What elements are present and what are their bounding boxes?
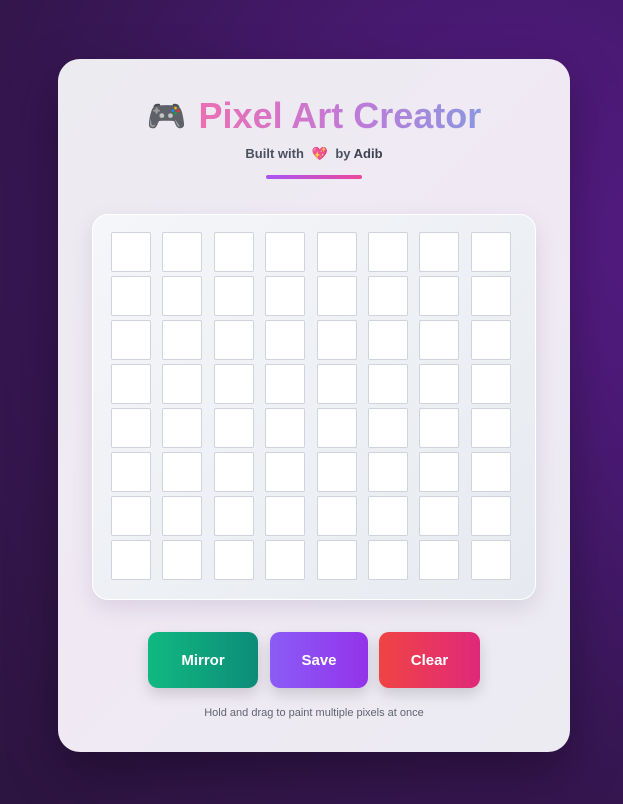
pixel-cell[interactable] xyxy=(316,232,357,272)
pixel-cell[interactable] xyxy=(162,320,203,360)
app-card: 🎮 Pixel Art Creator Built with 💖 by Adib … xyxy=(58,59,570,752)
pixel-cell[interactable] xyxy=(367,276,408,316)
pixel-cell[interactable] xyxy=(316,452,357,492)
subtitle-prefix: Built with xyxy=(245,146,304,161)
pixel-cell[interactable] xyxy=(111,496,151,536)
pixel-cell[interactable] xyxy=(419,364,460,404)
pixel-cell[interactable] xyxy=(213,496,254,536)
pixel-cell[interactable] xyxy=(162,364,203,404)
pixel-cell[interactable] xyxy=(419,232,460,272)
pixel-cell[interactable] xyxy=(111,276,151,316)
pixel-cell[interactable] xyxy=(419,496,460,536)
pixel-board xyxy=(92,214,536,600)
pixel-cell[interactable] xyxy=(367,452,408,492)
pixel-cell[interactable] xyxy=(265,364,306,404)
author-name: Adib xyxy=(353,146,383,161)
pixel-cell[interactable] xyxy=(265,276,306,316)
pixel-cell[interactable] xyxy=(470,276,511,316)
pixel-cell[interactable] xyxy=(162,232,203,272)
pixel-cell[interactable] xyxy=(162,452,203,492)
pixel-cell[interactable] xyxy=(213,452,254,492)
pixel-cell[interactable] xyxy=(316,540,357,580)
pixel-cell[interactable] xyxy=(162,276,203,316)
pixel-cell[interactable] xyxy=(111,452,151,492)
pixel-cell[interactable] xyxy=(162,540,203,580)
pixel-cell[interactable] xyxy=(470,408,511,448)
pixel-cell[interactable] xyxy=(419,276,460,316)
title-underline xyxy=(266,175,362,179)
pixel-cell[interactable] xyxy=(213,276,254,316)
pixel-cell[interactable] xyxy=(367,496,408,536)
pixel-cell[interactable] xyxy=(265,232,306,272)
pixel-cell[interactable] xyxy=(316,364,357,404)
subtitle: Built with 💖 by Adib xyxy=(58,146,570,162)
pixel-cell[interactable] xyxy=(470,232,511,272)
pixel-cell[interactable] xyxy=(213,232,254,272)
page-title: 🎮 Pixel Art Creator xyxy=(58,95,570,137)
pixel-cell[interactable] xyxy=(367,364,408,404)
pixel-cell[interactable] xyxy=(367,232,408,272)
pixel-cell[interactable] xyxy=(367,320,408,360)
pixel-cell[interactable] xyxy=(213,540,254,580)
title-text: Pixel Art Creator xyxy=(198,95,482,136)
gamepad-icon: 🎮 xyxy=(146,98,187,134)
pixel-cell[interactable] xyxy=(419,540,460,580)
pixel-cell[interactable] xyxy=(470,364,511,404)
hint-text: Hold and drag to paint multiple pixels a… xyxy=(204,707,424,719)
pixel-cell[interactable] xyxy=(419,408,460,448)
pixel-cell[interactable] xyxy=(316,496,357,536)
pixel-cell[interactable] xyxy=(162,408,203,448)
pixel-cell[interactable] xyxy=(213,320,254,360)
pixel-cell[interactable] xyxy=(265,496,306,536)
pixel-cell[interactable] xyxy=(265,540,306,580)
pixel-cell[interactable] xyxy=(265,452,306,492)
pixel-cell[interactable] xyxy=(367,408,408,448)
pixel-cell[interactable] xyxy=(470,320,511,360)
pixel-cell[interactable] xyxy=(470,496,511,536)
clear-button[interactable]: Clear xyxy=(379,632,480,688)
pixel-cell[interactable] xyxy=(213,408,254,448)
mirror-button[interactable]: Mirror xyxy=(148,632,258,688)
pixel-cell[interactable] xyxy=(470,540,511,580)
pixel-cell[interactable] xyxy=(162,496,203,536)
pixel-cell[interactable] xyxy=(111,408,151,448)
pixel-cell[interactable] xyxy=(367,540,408,580)
pixel-cell[interactable] xyxy=(470,452,511,492)
pixel-cell[interactable] xyxy=(111,232,151,272)
pixel-cell[interactable] xyxy=(316,408,357,448)
pixel-cell[interactable] xyxy=(265,408,306,448)
pixel-cell[interactable] xyxy=(213,364,254,404)
pixel-cell[interactable] xyxy=(419,320,460,360)
pixel-cell[interactable] xyxy=(111,320,151,360)
pixel-grid xyxy=(111,232,511,580)
pixel-cell[interactable] xyxy=(419,452,460,492)
pixel-cell[interactable] xyxy=(111,540,151,580)
save-button[interactable]: Save xyxy=(270,632,368,688)
subtitle-by: by xyxy=(335,146,351,161)
heart-icon: 💖 xyxy=(311,146,328,161)
pixel-cell[interactable] xyxy=(316,320,357,360)
pixel-cell[interactable] xyxy=(111,364,151,404)
pixel-cell[interactable] xyxy=(265,320,306,360)
pixel-cell[interactable] xyxy=(316,276,357,316)
